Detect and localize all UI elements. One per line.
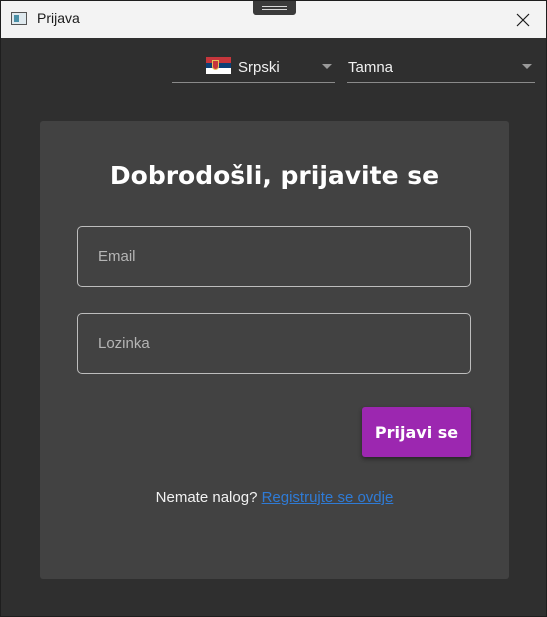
password-input[interactable] bbox=[78, 314, 470, 373]
email-field[interactable] bbox=[77, 226, 471, 287]
login-window: Prijava Srpski Tamna Dobrodošli, prijavi… bbox=[0, 0, 547, 617]
login-heading: Dobrodošli, prijavite se bbox=[109, 161, 440, 190]
close-button[interactable] bbox=[500, 1, 546, 38]
theme-select[interactable]: Tamna bbox=[347, 54, 535, 83]
email-input[interactable] bbox=[78, 227, 470, 286]
register-link[interactable]: Registrujte se ovdje bbox=[262, 489, 394, 506]
language-select-value: Srpski bbox=[238, 59, 280, 76]
register-prompt: Nemate nalog? Registrujte se ovdje bbox=[40, 489, 509, 506]
login-button[interactable]: Prijavi se bbox=[362, 407, 471, 457]
login-card: Dobrodošli, prijavite se Prijavi se Nema… bbox=[40, 121, 509, 579]
chevron-down-icon bbox=[522, 64, 532, 69]
password-field[interactable] bbox=[77, 313, 471, 374]
window-title: Prijava bbox=[37, 10, 80, 26]
serbia-flag-icon bbox=[206, 57, 231, 74]
title-bar[interactable]: Prijava bbox=[1, 1, 546, 38]
app-window-icon bbox=[11, 12, 27, 25]
theme-select-value: Tamna bbox=[348, 59, 394, 76]
chevron-down-icon bbox=[322, 64, 332, 69]
no-account-text: Nemate nalog? bbox=[155, 489, 258, 506]
drag-handle-icon[interactable] bbox=[253, 1, 296, 15]
close-icon bbox=[516, 13, 530, 26]
language-select[interactable]: Srpski bbox=[172, 54, 335, 83]
